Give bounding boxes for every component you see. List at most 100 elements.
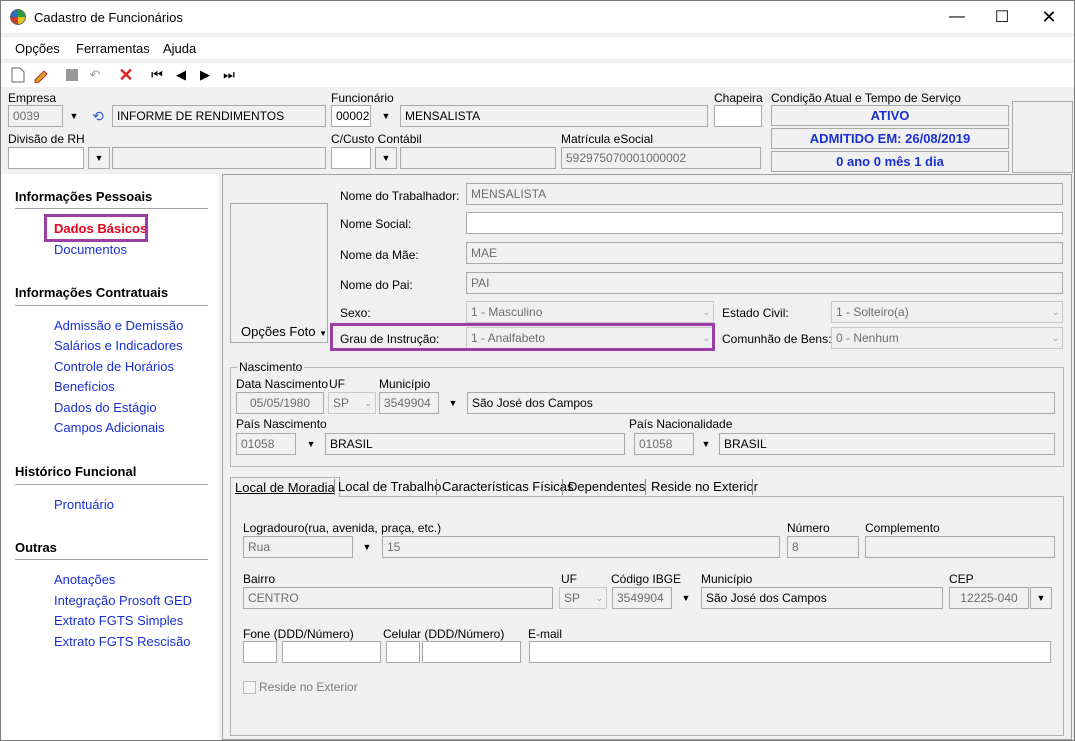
- pais-nacionalidade-dropdown[interactable]: ▼: [695, 433, 717, 455]
- tipo-logradouro-field[interactable]: Rua: [243, 536, 353, 558]
- previous-record-icon[interactable]: ◀: [172, 66, 190, 84]
- maximize-button[interactable]: ☐: [979, 1, 1025, 33]
- tab-local-moradia[interactable]: Local de Moradia: [230, 477, 340, 497]
- delete-icon[interactable]: ✕: [117, 65, 135, 85]
- complemento-label: Complemento: [865, 521, 940, 535]
- divisao-field[interactable]: [8, 147, 84, 169]
- codigo-ibge-dropdown[interactable]: ▼: [675, 587, 697, 609]
- sidebar-item-documentos[interactable]: Documentos: [54, 242, 127, 257]
- email-field[interactable]: [529, 641, 1051, 663]
- sidebar-item-horarios[interactable]: Controle de Horários: [54, 359, 174, 374]
- comunhao-select[interactable]: 0 - Nenhum ⌄: [831, 327, 1063, 349]
- reside-exterior-checkbox[interactable]: [243, 681, 256, 694]
- section-informacoes-contratuais: Informações Contratuais: [15, 285, 169, 300]
- minimize-button[interactable]: —: [934, 1, 980, 33]
- sidebar-item-campos-adicionais[interactable]: Campos Adicionais: [54, 420, 165, 435]
- nasc-municipio-code-field[interactable]: 3549904: [379, 392, 439, 414]
- sidebar-item-fgts-simples[interactable]: Extrato FGTS Simples: [54, 613, 183, 628]
- undo-icon[interactable]: ↶: [86, 66, 104, 84]
- empresa-dropdown[interactable]: ▼: [63, 105, 85, 127]
- numero-field[interactable]: 8: [787, 536, 859, 558]
- sidebar-item-estagio[interactable]: Dados do Estágio: [54, 400, 157, 415]
- sidebar-item-admissao[interactable]: Admissão e Demissão: [54, 318, 183, 333]
- funcionario-label: Funcionário: [331, 91, 394, 105]
- section-outras: Outras: [15, 540, 57, 555]
- save-icon[interactable]: [63, 66, 81, 84]
- complemento-field[interactable]: [865, 536, 1055, 558]
- next-record-icon[interactable]: ▶: [196, 66, 214, 84]
- tab-separator: [436, 479, 437, 495]
- funcionario-dropdown[interactable]: ▼: [375, 105, 397, 127]
- highlight-grau-instrucao: [330, 323, 715, 351]
- tab-caracteristicas-fisicas[interactable]: Características Físicas: [438, 477, 577, 497]
- nome-social-field[interactable]: [466, 212, 1063, 234]
- pais-nacionalidade-label: País Nacionalidade: [629, 417, 733, 431]
- menu-ferramentas[interactable]: Ferramentas: [76, 41, 150, 56]
- fone-ddd-field[interactable]: [243, 641, 277, 663]
- tab-local-trabalho[interactable]: Local de Trabalho: [334, 477, 445, 497]
- moradia-uf-select[interactable]: SP ⌄: [559, 587, 607, 609]
- edit-pencil-icon[interactable]: [32, 66, 50, 84]
- celular-label: Celular (DDD/Número): [383, 627, 505, 641]
- tab-dependentes[interactable]: Dependentes: [564, 477, 649, 497]
- sidebar-item-integracao-ged[interactable]: Integração Prosoft GED: [54, 593, 192, 608]
- divisao-dropdown[interactable]: ▼: [88, 147, 110, 169]
- menu-opcoes[interactable]: Opções: [15, 41, 60, 56]
- last-record-icon[interactable]: ⏭: [220, 66, 238, 84]
- sidebar-item-beneficios[interactable]: Benefícios: [54, 379, 115, 394]
- codigo-ibge-field[interactable]: 3549904: [612, 587, 672, 609]
- funcionario-name-field: MENSALISTA: [400, 105, 708, 127]
- bairro-label: Bairro: [243, 572, 276, 586]
- estado-civil-select[interactable]: 1 - Solteiro(a) ⌄: [831, 301, 1063, 323]
- data-nascimento-label: Data Nascimento: [236, 377, 329, 391]
- sidebar-item-salarios[interactable]: Salários e Indicadores: [54, 338, 183, 353]
- moradia-municipio-label: Município: [701, 572, 753, 586]
- celular-ddd-field[interactable]: [386, 641, 420, 663]
- close-button[interactable]: ✕: [1026, 1, 1072, 33]
- tipo-logradouro-dropdown[interactable]: ▼: [356, 536, 378, 558]
- menu-ajuda[interactable]: Ajuda: [163, 41, 196, 56]
- sidebar-item-fgts-rescisao[interactable]: Extrato FGTS Rescisão: [54, 634, 191, 649]
- nasc-municipio-dropdown[interactable]: ▼: [442, 392, 464, 414]
- pais-nascimento-label: País Nascimento: [236, 417, 327, 431]
- title-bar: Cadastro de Funcionários — ☐ ✕: [1, 1, 1074, 33]
- matricula-label: Matrícula eSocial: [561, 132, 654, 146]
- nome-pai-field[interactable]: PAI: [466, 272, 1063, 294]
- bairro-field[interactable]: CENTRO: [243, 587, 553, 609]
- tab-separator: [645, 479, 646, 495]
- email-label: E-mail: [528, 627, 563, 641]
- cep-field[interactable]: 12225-040: [949, 587, 1029, 609]
- ccusto-dropdown[interactable]: ▼: [375, 147, 397, 169]
- new-document-icon[interactable]: [9, 66, 27, 84]
- sidebar-item-anotacoes[interactable]: Anotações: [54, 572, 115, 587]
- nome-mae-field[interactable]: MAE: [466, 242, 1063, 264]
- chapeira-field[interactable]: [714, 105, 762, 127]
- empresa-refresh-icon[interactable]: ⟲: [87, 105, 109, 127]
- first-record-icon[interactable]: ⏮: [148, 66, 166, 84]
- codigo-ibge-label: Código IBGE: [611, 572, 682, 586]
- ccusto-field[interactable]: [331, 147, 371, 169]
- tab-reside-exterior[interactable]: Reside no Exterior: [647, 477, 762, 497]
- chevron-down-icon: ⌄: [364, 398, 372, 408]
- data-nascimento-field[interactable]: 05/05/1980: [236, 392, 324, 414]
- empresa-code-field[interactable]: 0039: [8, 105, 63, 127]
- opcoes-foto-button[interactable]: Opções Foto ▼: [241, 324, 327, 339]
- matricula-field: 592975070001000002: [561, 147, 761, 169]
- cep-dropdown[interactable]: ▼: [1030, 587, 1052, 609]
- funcionario-code-field[interactable]: 00002: [331, 105, 371, 127]
- section-informacoes-pessoais: Informações Pessoais: [15, 189, 153, 204]
- nasc-uf-select[interactable]: SP ⌄: [328, 392, 376, 414]
- logradouro-field[interactable]: 15: [382, 536, 780, 558]
- photo-area: [230, 203, 328, 343]
- section-divider: [15, 208, 208, 209]
- pais-nascimento-dropdown[interactable]: ▼: [300, 433, 322, 455]
- pais-nacionalidade-code-field[interactable]: 01058: [634, 433, 694, 455]
- sexo-select[interactable]: 1 - Masculino ⌄: [466, 301, 714, 323]
- divisao-label: Divisão de RH: [8, 132, 85, 146]
- status-ativo: ATIVO: [771, 105, 1009, 126]
- nome-trabalhador-field[interactable]: MENSALISTA: [466, 183, 1063, 205]
- fone-numero-field[interactable]: [282, 641, 381, 663]
- sidebar-item-prontuario[interactable]: Prontuário: [54, 497, 114, 512]
- celular-numero-field[interactable]: [422, 641, 521, 663]
- pais-nascimento-code-field[interactable]: 01058: [236, 433, 296, 455]
